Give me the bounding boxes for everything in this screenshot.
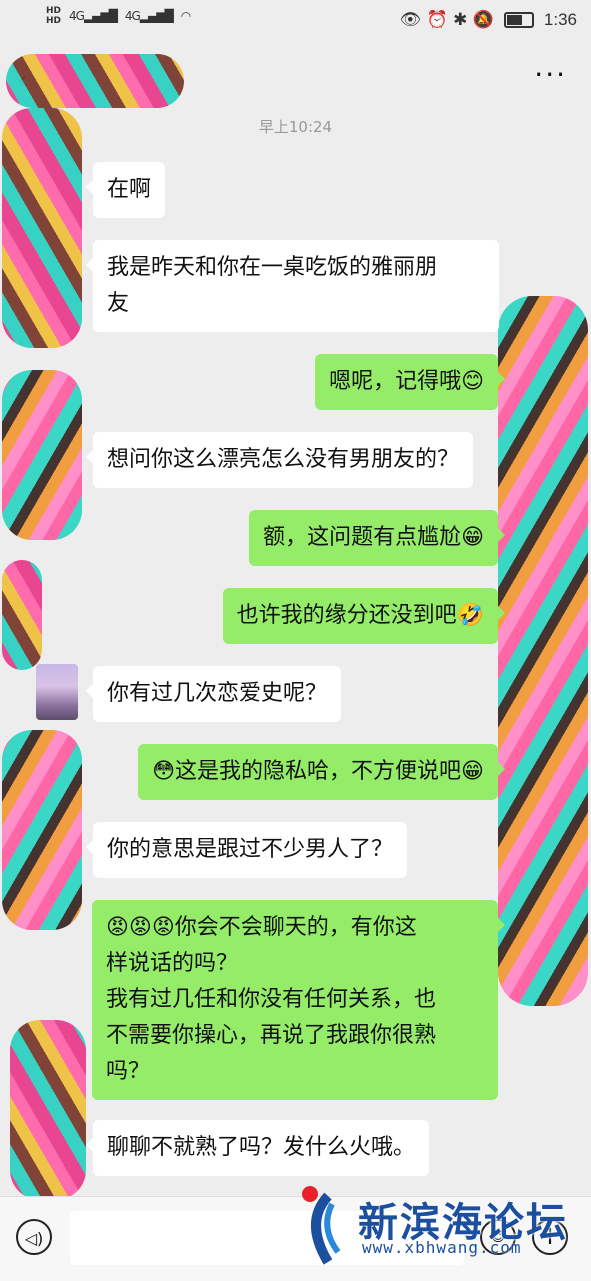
redacted-avatar-mosaic bbox=[2, 108, 82, 348]
wifi-icon: ◠ bbox=[180, 9, 192, 23]
status-icons: 👁 ⏰ ✱ 🔕 bbox=[399, 10, 494, 30]
message-bubble-received[interactable]: 你的意思是跟过不少男人了？ bbox=[85, 822, 408, 878]
forum-logo bbox=[302, 1186, 341, 1265]
message-bubble-received[interactable]: 想问你这么漂亮怎么没有男朋友的？ bbox=[85, 432, 474, 488]
more-options-icon[interactable]: ··· bbox=[534, 58, 567, 91]
redacted-name-mosaic bbox=[6, 54, 184, 108]
signal-icon-1: 4G▂▄▆█ bbox=[69, 9, 118, 23]
contact-avatar[interactable] bbox=[36, 664, 78, 720]
forum-watermark: 新滨海论坛 www.xbhwang.com bbox=[296, 1176, 586, 1272]
watermark-url: www.xbhwang.com bbox=[362, 1238, 522, 1257]
voice-input-icon[interactable]: ◁) bbox=[16, 1219, 52, 1255]
message-timestamp: 早上10:24 bbox=[258, 118, 333, 136]
message-bubble-sent[interactable]: 额，这问题有点尴尬😁 bbox=[249, 510, 505, 566]
signal-icon-2: 4G▂▄▆█ bbox=[124, 9, 174, 23]
message-bubble-sent[interactable]: 嗯呢，记得哦😊 bbox=[315, 354, 505, 410]
redacted-avatar-mosaic bbox=[498, 296, 588, 1006]
clock: 1:36 bbox=[543, 10, 577, 29]
message-bubble-received[interactable]: 你有过几次恋爱史呢？ bbox=[85, 666, 342, 722]
message-bubble-received[interactable]: 我是昨天和你在一桌吃饭的雅丽朋 友 bbox=[86, 240, 499, 332]
redacted-avatar-mosaic bbox=[10, 1020, 86, 1200]
message-bubble-sent[interactable]: 😡😡😡你会不会聊天的，有你这 样说话的吗？ 我有过几任和你没有任何关系，也 不需… bbox=[92, 900, 505, 1100]
message-bubble-sent[interactable]: 😳这是我的隐私哈，不方便说吧😁 bbox=[138, 744, 505, 800]
hd-badge-1: HD bbox=[46, 6, 62, 16]
redacted-avatar-mosaic bbox=[2, 370, 82, 540]
status-bar: HD HD 4G▂▄▆█ 4G▂▄▆█ ◠ 👁 ⏰ ✱ 🔕 1:36 bbox=[0, 0, 591, 44]
message-bubble-received[interactable]: 聊聊不就熟了吗？发什么火哦。 bbox=[85, 1120, 430, 1176]
message-bubble-sent[interactable]: 也许我的缘分还没到吧🤣 bbox=[222, 588, 506, 644]
message-bubble-received[interactable]: 在啊 bbox=[85, 162, 166, 218]
hd-badge-2: HD bbox=[46, 16, 62, 26]
battery-icon bbox=[503, 12, 534, 28]
redacted-avatar-mosaic bbox=[2, 730, 82, 930]
redacted-avatar-mosaic bbox=[2, 560, 42, 670]
